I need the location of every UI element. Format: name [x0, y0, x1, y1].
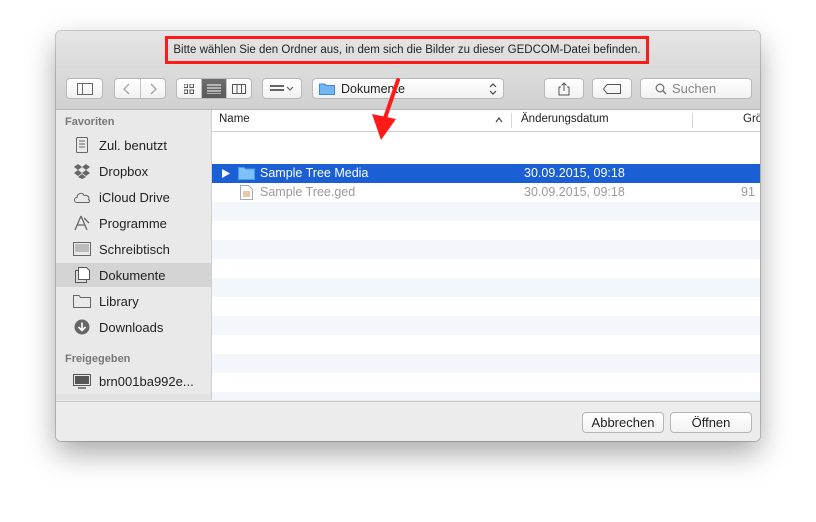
- sort-chevron-up-icon: [495, 117, 503, 123]
- icon-view-button[interactable]: [177, 79, 202, 98]
- applications-icon: [73, 215, 91, 231]
- sidebar-item-applications[interactable]: Programme: [56, 211, 211, 235]
- file-name: Sample Tree.ged: [260, 185, 356, 199]
- file-open-dialog: Bitte wählen Sie den Ordner aus, in dem …: [56, 31, 760, 441]
- forward-button[interactable]: [141, 79, 166, 98]
- empty-row: [212, 202, 760, 221]
- sidebar-item-label: Downloads: [99, 319, 164, 335]
- column-separator: [692, 113, 693, 128]
- documents-folder-icon: [319, 83, 335, 95]
- search-icon: [655, 83, 667, 94]
- updown-chevron-icon: [489, 82, 497, 95]
- sidebar-item-library[interactable]: Library: [56, 289, 211, 313]
- grid-icon: [184, 83, 194, 94]
- arrange-button[interactable]: [262, 78, 302, 99]
- open-button[interactable]: Öffnen: [670, 412, 752, 433]
- arrange-icon: [270, 84, 294, 91]
- location-popup[interactable]: Dokumente: [312, 78, 504, 99]
- file-list: Name Änderungsdatum Grö Sample Tree Medi…: [212, 110, 760, 400]
- folder-icon: [73, 293, 91, 309]
- sidebar-toggle-button[interactable]: [66, 78, 103, 99]
- empty-row: [212, 316, 760, 335]
- sidebar-item-label: Schreibtisch: [99, 241, 170, 257]
- sidebar-item-icloud-drive[interactable]: iCloud Drive: [56, 185, 211, 209]
- sidebar-item-label: brn001ba992e...: [99, 373, 194, 389]
- file-size: 91: [741, 185, 755, 199]
- sidebar-item-label: Dokumente: [99, 267, 166, 283]
- recents-icon: [73, 137, 91, 153]
- sidebar-item-label: Programme: [99, 215, 167, 231]
- sidebar-scroll-edge: [56, 394, 211, 400]
- tags-button[interactable]: [592, 78, 632, 99]
- documents-icon: [73, 267, 91, 283]
- column-view-button[interactable]: [226, 79, 251, 98]
- dialog-buttons: Abbrechen Öffnen: [56, 401, 760, 441]
- sidebar-item-desktop[interactable]: Schreibtisch: [56, 237, 211, 261]
- sidebar-item-shared-computer[interactable]: brn001ba992e...: [56, 369, 211, 393]
- share-icon: [558, 81, 570, 95]
- empty-row: [212, 240, 760, 259]
- dialog-prompt: Bitte wählen Sie den Ordner aus, in dem …: [165, 36, 649, 64]
- dropbox-icon: [73, 163, 91, 179]
- empty-row: [212, 354, 760, 373]
- search-field[interactable]: Suchen: [640, 78, 752, 99]
- sidebar-item-downloads[interactable]: Downloads: [56, 315, 211, 339]
- disclosure-triangle-icon[interactable]: [222, 169, 230, 178]
- sidebar-item-dropbox[interactable]: Dropbox: [56, 159, 211, 183]
- toolbar: Dokumente Suchen: [56, 69, 760, 110]
- sidebar-item-label: Library: [99, 293, 139, 309]
- back-button[interactable]: [115, 79, 141, 98]
- file-date: 30.09.2015, 09:18: [524, 166, 625, 180]
- location-label: Dokumente: [341, 81, 405, 96]
- chevron-right-icon: [150, 82, 157, 95]
- column-header: Name Änderungsdatum Grö: [212, 110, 760, 132]
- empty-row: [212, 392, 760, 400]
- search-placeholder: Suchen: [672, 81, 717, 96]
- sidebar: Favoriten Zul. benutzt Dropbox iCloud Dr…: [56, 110, 212, 400]
- document-icon: [240, 185, 253, 200]
- empty-row: [212, 278, 760, 297]
- sidebar-heading-shared: Freigegeben: [65, 353, 131, 365]
- file-name: Sample Tree Media: [260, 166, 369, 180]
- sidebar-item-label: iCloud Drive: [99, 189, 170, 205]
- sidebar-item-recents[interactable]: Zul. benutzt: [56, 133, 211, 157]
- columns-icon: [232, 83, 246, 94]
- chevron-left-icon: [123, 82, 130, 95]
- desktop-icon: [73, 241, 91, 257]
- sidebar-icon: [76, 82, 93, 95]
- sidebar-heading-favorites: Favoriten: [65, 116, 115, 128]
- sidebar-item-documents[interactable]: Dokumente: [56, 263, 211, 287]
- cancel-button[interactable]: Abbrechen: [582, 412, 664, 433]
- sidebar-item-label: Dropbox: [99, 163, 149, 179]
- view-mode-control: [176, 78, 252, 99]
- list-view-button[interactable]: [202, 79, 226, 98]
- column-date[interactable]: Änderungsdatum: [521, 113, 609, 125]
- cloud-icon: [73, 189, 91, 205]
- computer-icon: [73, 373, 91, 389]
- table-row-sample-tree-media[interactable]: Sample Tree Media 30.09.2015, 09:18: [212, 164, 760, 183]
- column-name[interactable]: Name: [219, 113, 250, 125]
- file-date: 30.09.2015, 09:18: [524, 185, 625, 199]
- sidebar-item-label: Zul. benutzt: [99, 137, 167, 153]
- share-button[interactable]: [544, 78, 584, 99]
- folder-icon: [238, 167, 255, 180]
- downloads-icon: [73, 319, 91, 335]
- tag-icon: [603, 83, 621, 94]
- table-row-sample-tree-ged[interactable]: Sample Tree.ged 30.09.2015, 09:18 91: [212, 183, 760, 202]
- back-forward-control: [114, 78, 166, 99]
- dialog-prompt-text: Bitte wählen Sie den Ordner aus, in dem …: [173, 44, 641, 56]
- column-size[interactable]: Grö: [743, 113, 760, 125]
- dialog-titlebar: Bitte wählen Sie den Ordner aus, in dem …: [56, 31, 760, 69]
- list-icon: [207, 84, 221, 94]
- column-separator: [511, 113, 512, 128]
